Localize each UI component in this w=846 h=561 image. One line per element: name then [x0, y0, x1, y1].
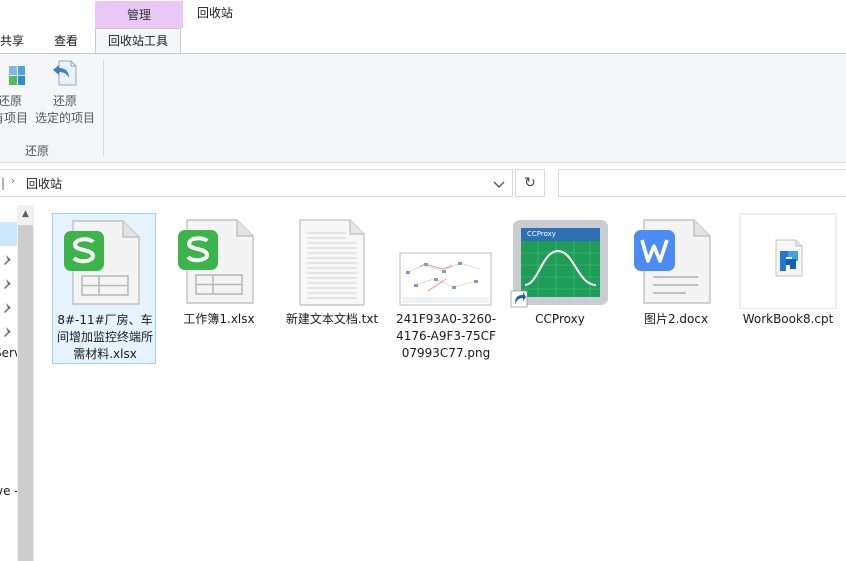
cpt-file-icon [739, 213, 837, 309]
file-name: WorkBook8.cpt [742, 312, 834, 326]
ccproxy-shortcut-icon [510, 220, 608, 308]
restore-all-label-line1: 还原 [0, 94, 22, 108]
wps-writer-icon [634, 219, 711, 304]
pin-icon [4, 255, 11, 265]
tab-share[interactable]: 共享 [0, 32, 24, 52]
restore-selected-label-line2: 选定的项目 [34, 111, 95, 125]
nav-scrollbar-thumb[interactable] [18, 225, 33, 561]
file-name: CCProxy [535, 312, 585, 326]
address-dropdown-chevron-icon[interactable] [492, 177, 506, 191]
ccproxy-thumb-title: CCProxy [527, 230, 556, 238]
contextual-tab-header-manage: 管理 [95, 1, 183, 28]
refresh-button[interactable]: ↻ [515, 169, 545, 197]
ribbon-tab-row: 管理 回收站 共享 查看 回收站工具 [0, 0, 846, 53]
search-input[interactable] [558, 169, 846, 197]
file-item[interactable]: 8#-11#厂房、车间增加监控终端所需材料.xlsx [52, 213, 156, 364]
restore-selected-items-button[interactable]: 还原 选定的项目 [30, 58, 100, 127]
pin-icon [4, 327, 11, 337]
contextual-tab-header-label: 管理 [126, 8, 151, 22]
address-prefix: | [1, 176, 6, 190]
wps-spreadsheet-icon [178, 219, 254, 304]
tab-view[interactable]: 查看 [54, 32, 78, 52]
ribbon-panel: 还原 有项目 还原 选定的项目 还原 [0, 53, 846, 163]
wps-spreadsheet-icon [64, 220, 140, 305]
file-list: 8#-11#厂房、车间增加监控终端所需材料.xlsx 工作簿1.xlsx 新建文… [34, 205, 846, 561]
nav-scroll-up-arrow-icon[interactable]: ▲ [17, 205, 34, 223]
tab-recycle-bin-tools[interactable]: 回收站工具 [95, 28, 181, 53]
restore-selected-label-line1: 还原 [52, 94, 77, 108]
group-label-restore: 还原 [25, 144, 50, 158]
breadcrumb-recycle-bin[interactable]: 回收站 [26, 175, 62, 192]
text-file-icon [299, 219, 365, 306]
pin-icon [4, 303, 11, 313]
nav-item-partial[interactable]: Serv [0, 346, 17, 360]
window-title: 回收站 [197, 6, 234, 20]
restore-all-items-button[interactable]: 还原 有项目 [0, 58, 34, 127]
address-row: | › 回收站 ↻ [0, 163, 846, 205]
breadcrumb-chevron-icon[interactable]: › [11, 176, 15, 187]
refresh-icon: ↻ [524, 175, 536, 191]
group-separator [103, 60, 104, 156]
file-name: 8#-11#厂房、车间增加监控终端所需材料.xlsx [56, 313, 153, 361]
restore-all-label-line2: 有项目 [0, 111, 28, 125]
nav-selected-item[interactable] [0, 222, 17, 246]
file-name: 图片2.docx [643, 312, 709, 326]
restore-all-icon [9, 66, 26, 85]
restore-selected-icon [53, 60, 77, 86]
address-bar[interactable] [0, 169, 513, 197]
file-name: 241F93A0-3260-4176-A9F3-75CF07993C77.png [395, 312, 497, 360]
file-name: 新建文本文档.txt [285, 312, 379, 326]
nav-item-partial[interactable]: ve - [0, 484, 17, 498]
pin-icon [4, 279, 11, 289]
file-name: 工作簿1.xlsx [183, 312, 255, 326]
image-thumbnail [399, 252, 492, 306]
